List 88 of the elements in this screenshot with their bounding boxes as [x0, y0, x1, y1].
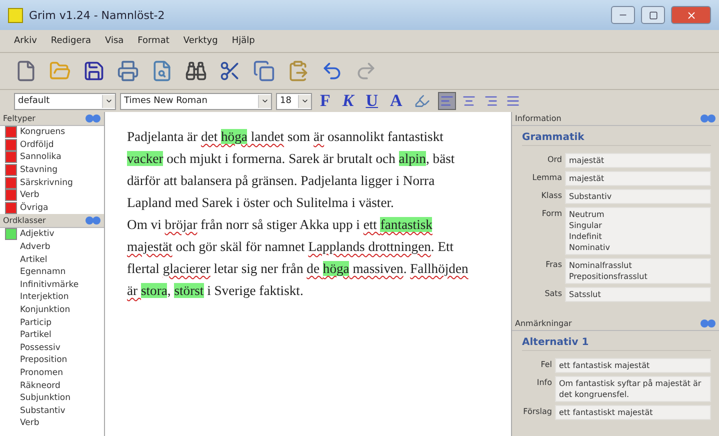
color-swatch[interactable]	[5, 176, 17, 189]
list-item[interactable]: Adjektiv	[20, 229, 54, 240]
color-button[interactable]: A	[386, 91, 406, 111]
list-item[interactable]: Substantiv	[20, 406, 66, 416]
list-item[interactable]: Konjunktion	[20, 305, 70, 316]
close-icon	[686, 10, 696, 20]
field-value: Substantiv	[565, 189, 711, 204]
list-item[interactable]: Artikel	[20, 254, 48, 265]
chevron-down-icon	[105, 97, 113, 105]
color-swatch[interactable]	[5, 164, 17, 176]
list-item[interactable]: Kongruens	[20, 127, 66, 138]
copy-icon[interactable]	[252, 59, 276, 83]
font-dropdown[interactable]: Times New Roman	[120, 92, 272, 110]
field-value: majestät	[565, 153, 711, 168]
field-value: Neutrum Singular Indefinit Nominativ	[565, 207, 711, 255]
field-value: ett fantastiskt majestät	[555, 405, 711, 420]
circles-icon[interactable]	[85, 216, 101, 226]
italic-button[interactable]: K	[338, 91, 358, 111]
list-item[interactable]: Övriga	[20, 202, 48, 213]
color-swatch[interactable]	[5, 126, 17, 138]
align-left-button[interactable]	[438, 92, 456, 110]
menu-item[interactable]: Redigera	[50, 36, 91, 46]
field-label: Ord	[546, 154, 562, 164]
size-dropdown[interactable]: 18	[276, 92, 312, 110]
color-swatch[interactable]	[5, 189, 17, 202]
circles-icon[interactable]	[700, 319, 716, 328]
list-item[interactable]: Verb	[20, 190, 40, 200]
save-icon[interactable]	[82, 59, 106, 83]
list-item[interactable]: Infinitivmärke	[20, 280, 79, 290]
maximize-icon	[648, 10, 658, 20]
circles-icon[interactable]	[85, 114, 101, 123]
list-item[interactable]: Stavning	[20, 165, 58, 176]
list-item[interactable]: Adverb	[20, 242, 50, 252]
menu-item[interactable]: Format	[138, 36, 170, 46]
color-swatch[interactable]	[5, 151, 17, 164]
field-label: Info	[536, 377, 552, 387]
color-swatch[interactable]	[5, 228, 17, 240]
printer-icon[interactable]	[116, 59, 140, 83]
panel-title: Ordklasser	[3, 216, 46, 226]
list-item[interactable]: Partikel	[20, 330, 52, 340]
group-title: Grammatik	[522, 132, 711, 146]
list-item[interactable]: Interjektion	[20, 292, 69, 302]
circles-icon[interactable]	[700, 114, 716, 123]
field-value: Satsslut	[565, 287, 711, 302]
menu-item[interactable]: Arkiv	[14, 36, 37, 46]
color-swatch[interactable]	[5, 138, 17, 151]
field-label: Form	[540, 208, 562, 218]
minimize-button[interactable]	[611, 6, 635, 24]
panel-title: Feltyper	[3, 114, 36, 123]
list-item[interactable]: Subjunktion	[20, 393, 71, 404]
binoculars-icon[interactable]	[184, 59, 208, 83]
field-value: ett fantastisk majestät	[555, 358, 711, 373]
list-item[interactable]: Sannolika	[20, 152, 62, 162]
close-button[interactable]	[671, 6, 711, 24]
list-item[interactable]: Egennamn	[20, 267, 66, 278]
field-label: Fras	[544, 259, 562, 269]
field-label: Lemma	[531, 172, 562, 182]
list-item[interactable]: Pronomen	[20, 368, 63, 378]
field-label: Fel	[540, 359, 552, 369]
list-item[interactable]: Ordföljd	[20, 140, 54, 150]
field-label: Förslag	[522, 406, 552, 416]
field-value: majestät	[565, 171, 711, 186]
list-item[interactable]: Preposition	[20, 355, 68, 366]
field-value: Om fantastisk syftar på majestät är det kongruensfel.	[555, 376, 711, 402]
list-item[interactable]: Räkneord	[20, 380, 60, 391]
field-value: Nominalfrasslut Prepositionsfrasslut	[565, 258, 711, 284]
text-editor[interactable]	[105, 112, 511, 436]
chevron-down-icon	[301, 97, 309, 105]
list-item[interactable]: Particip	[20, 318, 52, 328]
app-icon	[8, 8, 23, 22]
list-item[interactable]: Verb	[20, 418, 40, 428]
chevron-down-icon	[261, 97, 269, 105]
panel-title: Information	[515, 114, 562, 123]
list-item[interactable]: Särskrivning	[20, 178, 73, 188]
menu-item[interactable]: Visa	[104, 36, 124, 46]
group-title: Alternativ 1	[522, 337, 711, 351]
menu-item[interactable]: Verktyg	[183, 36, 218, 46]
underline-button[interactable]: U	[362, 91, 382, 111]
window-title: Grim v1.24 - Namnlöst-2	[29, 8, 166, 22]
list-item[interactable]: Possessiv	[20, 342, 60, 353]
style-dropdown[interactable]: default	[14, 92, 116, 110]
bold-button[interactable]: F	[316, 91, 334, 111]
menu-item[interactable]: Hjälp	[232, 36, 255, 46]
field-label: Sats	[544, 288, 562, 298]
panel-title: Anmärkningar	[515, 319, 572, 328]
field-label: Klass	[540, 190, 562, 200]
maximize-button[interactable]	[641, 6, 665, 24]
color-swatch[interactable]	[5, 202, 17, 214]
